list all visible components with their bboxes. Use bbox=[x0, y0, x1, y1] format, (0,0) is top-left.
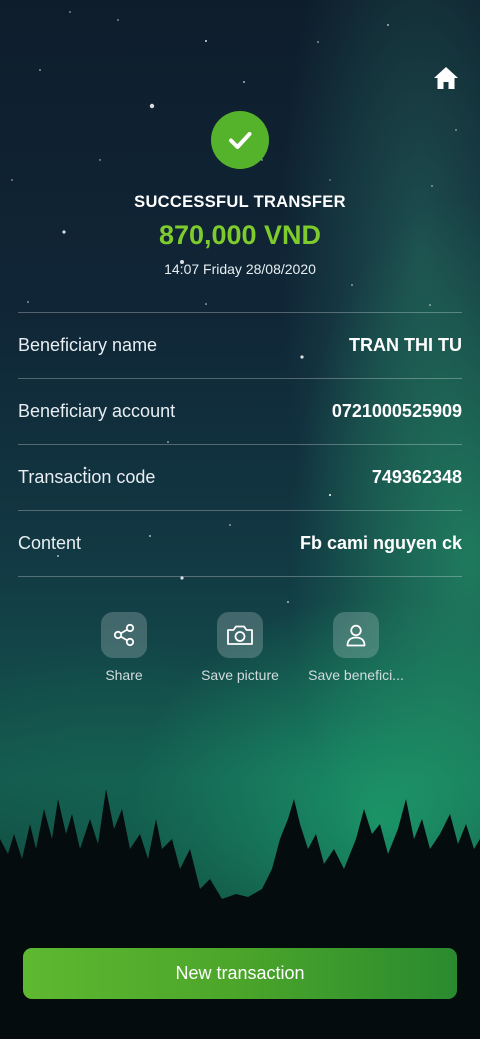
person-icon-box[interactable] bbox=[333, 612, 379, 658]
home-button[interactable] bbox=[432, 64, 460, 92]
save-beneficiary-label: Save benefici... bbox=[308, 667, 404, 683]
detail-row-beneficiary-name: Beneficiary name TRAN THI TU bbox=[18, 313, 462, 379]
forest-silhouette bbox=[0, 789, 480, 1039]
detail-value: 749362348 bbox=[371, 467, 462, 487]
transfer-datetime: 14:07 Friday 28/08/2020 bbox=[164, 261, 316, 277]
status-title: SUCCESSFUL TRANSFER bbox=[134, 193, 346, 211]
success-badge bbox=[211, 111, 269, 169]
transfer-amount: 870,000 VND bbox=[158, 220, 322, 250]
action-bar: Share Save picture Save benefici... bbox=[66, 612, 414, 683]
detail-value: Fb cami nguyen ck bbox=[299, 533, 462, 553]
save-beneficiary-button[interactable]: Save benefici... bbox=[298, 612, 414, 683]
detail-value: TRAN THI TU bbox=[349, 335, 462, 355]
share-icon-box[interactable] bbox=[101, 612, 147, 658]
detail-row-content: Content Fb cami nguyen ck bbox=[18, 511, 462, 577]
share-button[interactable]: Share bbox=[66, 612, 182, 683]
check-icon bbox=[229, 132, 252, 149]
detail-label: Transaction code bbox=[18, 467, 156, 487]
camera-icon-box[interactable] bbox=[217, 612, 263, 658]
detail-value: 0721000525909 bbox=[331, 401, 462, 421]
new-transaction-button[interactable]: New transaction bbox=[23, 948, 457, 999]
detail-label: Beneficiary account bbox=[18, 401, 176, 421]
person-icon bbox=[346, 624, 366, 647]
save-picture-label: Save picture bbox=[201, 667, 279, 683]
detail-row-transaction-code: Transaction code 749362348 bbox=[18, 445, 462, 511]
detail-label: Beneficiary name bbox=[18, 335, 158, 355]
share-label: Share bbox=[105, 667, 143, 683]
detail-label: Content bbox=[18, 533, 82, 553]
transfer-details: Beneficiary name TRAN THI TU Beneficiary… bbox=[18, 312, 462, 577]
share-icon bbox=[113, 623, 135, 647]
home-icon bbox=[434, 67, 458, 89]
save-picture-button[interactable]: Save picture bbox=[182, 612, 298, 683]
camera-icon bbox=[227, 625, 253, 645]
detail-row-beneficiary-account: Beneficiary account 0721000525909 bbox=[18, 379, 462, 445]
